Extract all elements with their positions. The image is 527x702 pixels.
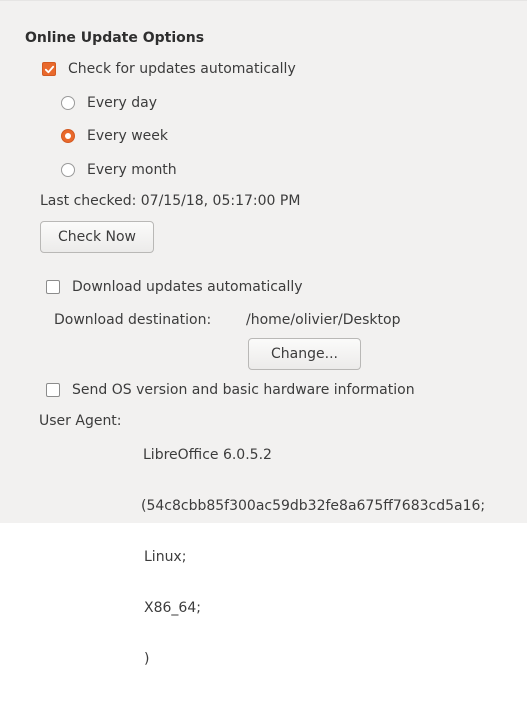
user-agent-line: ) — [144, 651, 150, 667]
user-agent-label: User Agent: — [39, 413, 122, 429]
user-agent-line: X86_64; — [144, 600, 201, 616]
last-checked-text: Last checked: 07/15/18, 05:17:00 PM — [40, 193, 301, 209]
radio-every-month-label: Every month — [87, 162, 177, 178]
checkmark-icon — [44, 65, 54, 73]
radio-every-day[interactable] — [61, 96, 75, 110]
send-os-info-label: Send OS version and basic hardware infor… — [72, 382, 415, 398]
download-destination-label: Download destination: — [54, 312, 212, 328]
radio-dot — [65, 133, 71, 139]
auto-check-option[interactable]: Check for updates automatically — [42, 61, 296, 77]
radio-every-month[interactable] — [61, 163, 75, 177]
user-agent-line: LibreOffice 6.0.5.2 — [143, 447, 272, 463]
radio-every-week-label: Every week — [87, 128, 169, 144]
auto-download-checkbox[interactable] — [46, 280, 60, 294]
user-agent-value: LibreOffice 6.0.5.2 (54c8cbb85f300ac59db… — [141, 413, 486, 702]
online-update-panel: Online Update Options Check for updates … — [0, 0, 527, 667]
auto-download-option[interactable]: Download updates automatically — [46, 279, 303, 295]
auto-download-label: Download updates automatically — [72, 279, 303, 295]
check-now-button[interactable]: Check Now — [40, 221, 154, 253]
radio-every-week-option[interactable]: Every week — [61, 128, 168, 144]
auto-check-checkbox[interactable] — [42, 62, 56, 76]
send-os-info-checkbox[interactable] — [46, 383, 60, 397]
radio-every-day-option[interactable]: Every day — [61, 95, 157, 111]
user-agent-line: Linux; — [144, 549, 187, 565]
radio-every-week[interactable] — [61, 129, 75, 143]
auto-check-label: Check for updates automatically — [68, 61, 296, 77]
change-destination-button[interactable]: Change... — [248, 338, 361, 370]
radio-every-day-label: Every day — [87, 95, 157, 111]
section-title: Online Update Options — [25, 30, 205, 46]
download-destination-path: /home/olivier/Desktop — [246, 312, 401, 328]
send-os-info-option[interactable]: Send OS version and basic hardware infor… — [46, 382, 415, 398]
radio-every-month-option[interactable]: Every month — [61, 162, 177, 178]
user-agent-line: (54c8cbb85f300ac59db32fe8a675ff7683cd5a1… — [141, 498, 486, 514]
